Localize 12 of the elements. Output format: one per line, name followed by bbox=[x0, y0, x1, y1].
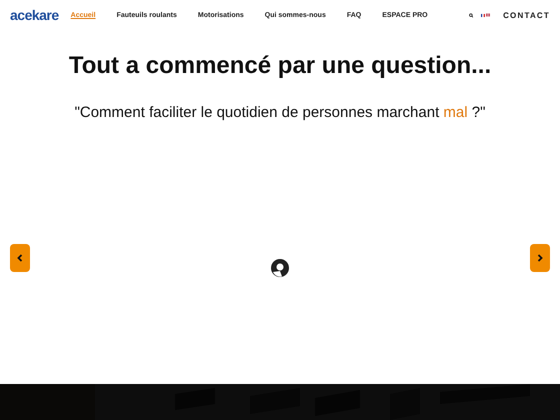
next-button[interactable] bbox=[530, 244, 550, 272]
flag-icon[interactable] bbox=[481, 12, 486, 18]
logo[interactable]: acekare bbox=[10, 7, 59, 23]
chevron-right-icon bbox=[535, 252, 545, 262]
previous-button[interactable] bbox=[10, 244, 30, 272]
page-heading: Tout a commencé par une question... bbox=[68, 52, 492, 80]
quote-text: "Comment faciliter le quotidien de personnes marchant mal ?" bbox=[74, 104, 486, 121]
contact-link[interactable]: CONTACT bbox=[503, 10, 550, 20]
loading-spinner-icon bbox=[270, 258, 290, 278]
search-icon[interactable] bbox=[468, 10, 474, 20]
chevron-left-icon bbox=[15, 252, 25, 262]
flag-icon[interactable] bbox=[486, 12, 490, 18]
